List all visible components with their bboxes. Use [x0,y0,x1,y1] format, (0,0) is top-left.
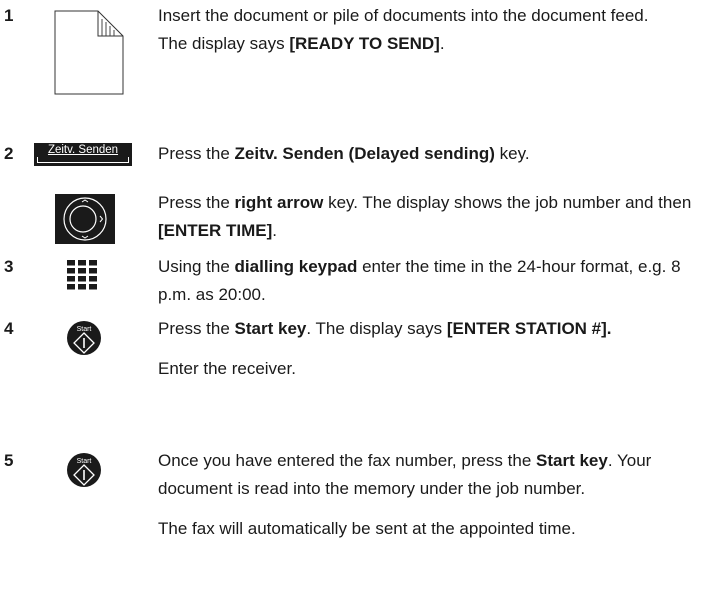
display-message: [ENTER STATION #]. [446,319,612,338]
step-4-paragraph-2: Enter the receiver. [158,359,296,378]
step-5-paragraph-2: The fax will automatically be sent at th… [158,519,576,538]
step-1-paragraph-2: The display says [READY TO SEND]. [158,34,445,53]
step-4-text: Press the Start key. The display says [E… [158,315,698,383]
keypad-icon [67,260,97,290]
navigation-key-icon [55,194,115,244]
delayed-sending-key-label: Zeitv. Senden [47,144,119,156]
step-3-paragraph-1: Using the dialling keypad enter the time… [158,257,681,304]
start-key-icon: Start [67,453,101,487]
key-name: Zeitv. Senden (Delayed sending) [234,144,495,163]
step-2-paragraph-1: Press the Zeitv. Senden (Delayed sending… [158,144,530,163]
document-icon [54,10,124,95]
start-key-label: Start [77,326,92,333]
step-1-text: Insert the document or pile of documents… [158,2,698,58]
step-number-5: 5 [4,451,14,470]
step-2b-text: Press the right arrow key. The display s… [158,189,698,245]
step-number-1: 1 [4,6,14,25]
step-3-text: Using the dialling keypad enter the time… [158,253,698,309]
step-2-text: Press the Zeitv. Senden (Delayed sending… [158,140,698,168]
key-name: Start key [536,451,608,470]
display-message: [ENTER TIME] [158,221,273,240]
step-number-4: 4 [4,319,14,338]
key-name: Start key [234,319,307,338]
display-message: [READY TO SEND] [289,34,440,53]
step-5-text: Once you have entered the fax number, pr… [158,447,698,543]
key-name: right arrow [234,193,324,212]
step-2b-paragraph-1: Press the right arrow key. The display s… [158,193,692,240]
delayed-sending-key-icon: Zeitv. Senden [34,143,132,166]
step-number-3: 3 [4,257,14,276]
key-name: dialling keypad [234,257,358,276]
step-number-2: 2 [4,144,14,163]
step-1-paragraph-1: Insert the document or pile of documents… [158,6,649,25]
step-4-paragraph-1: Press the Start key. The display says [E… [158,319,612,338]
start-key-icon: Start [67,321,101,355]
start-key-label: Start [77,458,92,465]
step-5-paragraph-1: Once you have entered the fax number, pr… [158,451,652,498]
